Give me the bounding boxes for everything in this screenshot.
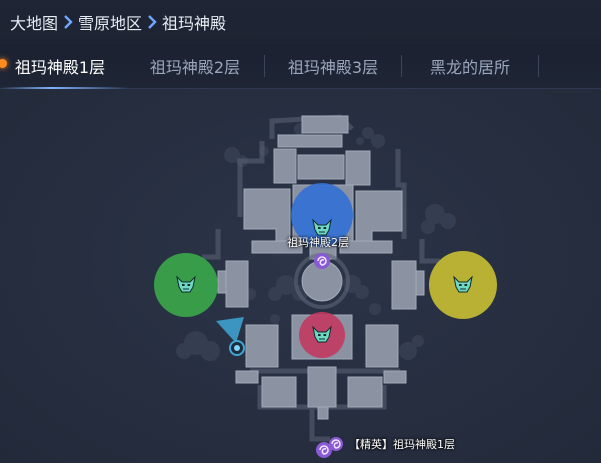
- portal-elite-floor-1-label[interactable]: 【精英】祖玛神殿1层: [349, 436, 455, 452]
- tab-zuma-floor-2[interactable]: 祖玛神殿2层: [137, 44, 253, 88]
- tab-divider: [401, 55, 402, 77]
- breadcrumb: 大地图 雪原地区 祖玛神殿: [0, 0, 601, 44]
- dungeon-layout: [154, 114, 497, 458]
- breadcrumb-snowfield-region[interactable]: 雪原地区: [78, 10, 142, 34]
- tab-divider: [264, 55, 265, 77]
- player-location-icon: [216, 317, 245, 356]
- portal-swirl-icon: [314, 253, 330, 269]
- tab-zuma-floor-3[interactable]: 祖玛神殿3层: [275, 44, 391, 88]
- breadcrumb-world-map[interactable]: 大地图: [10, 10, 58, 34]
- portal-floor-2-label[interactable]: 祖玛神殿2层: [287, 234, 349, 250]
- dungeon-map[interactable]: 祖玛神殿2层 【精英】祖玛神殿1层: [0, 89, 601, 463]
- tab-zuma-floor-1[interactable]: 祖玛神殿1层: [8, 44, 112, 88]
- tab-black-dragon-lair[interactable]: 黑龙的居所: [410, 44, 530, 88]
- chevron-right-icon: [142, 0, 162, 44]
- floor-tabs: 祖玛神殿1层 祖玛神殿2层 祖玛神殿3层 黑龙的居所: [0, 44, 601, 89]
- chevron-right-icon: [58, 0, 78, 44]
- tab-divider: [538, 55, 539, 77]
- breadcrumb-zuma-temple: 祖玛神殿: [162, 14, 227, 33]
